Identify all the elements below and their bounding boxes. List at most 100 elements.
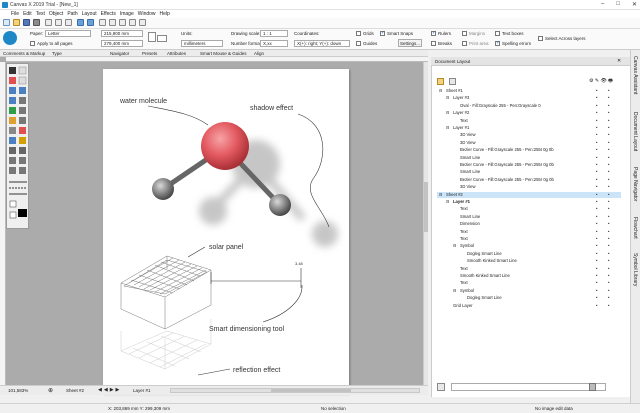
page-nav-icons[interactable]: ◀◀▶▶	[98, 387, 121, 393]
delete-icon[interactable]	[589, 383, 596, 391]
tree-row[interactable]: Smart Line • •	[437, 169, 621, 175]
tree-row[interactable]: Bezier Curve - Fill:Grayscale 255 - Pen:…	[437, 162, 621, 168]
visibility-dot[interactable]: •	[596, 266, 597, 272]
margins-checkbox[interactable]	[462, 31, 467, 36]
tree-row[interactable]: Oval - Fill:Grayscale 255 - Pen:Grayscal…	[437, 103, 621, 109]
menu-path[interactable]: Path	[67, 11, 77, 17]
lock-dot[interactable]: •	[608, 147, 609, 153]
tree-row[interactable]: Text • •	[437, 280, 621, 286]
document-setup-icon[interactable]	[3, 31, 17, 45]
visibility-dot[interactable]: •	[596, 118, 597, 124]
lock-dot[interactable]: •	[608, 103, 609, 109]
expand-collapse-icon[interactable]: ⊟	[446, 125, 449, 131]
lock-dot[interactable]: •	[608, 125, 609, 131]
visibility-dot[interactable]: •	[596, 221, 597, 227]
tab-flowchart[interactable]: Flowchart	[632, 217, 638, 239]
horizontal-scrollbar[interactable]	[170, 388, 420, 393]
grids-checkbox[interactable]	[356, 31, 361, 36]
visibility-dot[interactable]: •	[596, 132, 597, 138]
lock-dot[interactable]: •	[608, 273, 609, 279]
tree-row[interactable]: ⊟ Layer #1 • •	[437, 199, 621, 205]
tree-row[interactable]: Bezier Curve - Fill:Grayscale 255 - Pen:…	[437, 147, 621, 153]
tree-row[interactable]: Grid Layer • •	[437, 303, 621, 309]
apply-all-checkbox[interactable]	[30, 41, 35, 46]
undo-icon[interactable]	[77, 19, 84, 26]
visibility-dot[interactable]: •	[596, 110, 597, 116]
lock-dot[interactable]: •	[608, 288, 609, 294]
lock-dot[interactable]: •	[608, 221, 609, 227]
tree-row[interactable]: Text • •	[437, 118, 621, 124]
visibility-dot[interactable]: •	[596, 155, 597, 161]
minimize-button[interactable]: –	[601, 1, 604, 8]
visibility-dot[interactable]: •	[596, 199, 597, 205]
visibility-dot[interactable]: •	[596, 206, 597, 212]
units-select[interactable]: millimeters	[181, 40, 223, 47]
lock-dot[interactable]: •	[608, 229, 609, 235]
visibility-dot[interactable]: •	[596, 147, 597, 153]
select-across-checkbox[interactable]	[538, 36, 543, 41]
zoom-in-icon[interactable]: ⊕	[48, 387, 53, 394]
tab-smart-mouse-guides[interactable]: Smart Mouse & Guides	[200, 51, 247, 56]
visibility-dot[interactable]: •	[596, 169, 597, 175]
expand-collapse-icon[interactable]: ⊟	[446, 199, 449, 205]
tree-row[interactable]: Smooth Kinked Smart Line • •	[437, 273, 621, 279]
drawing-scale-select[interactable]: 1 : 1	[260, 30, 288, 37]
expand-collapse-icon[interactable]: ⊟	[453, 243, 456, 249]
lock-dot[interactable]: •	[608, 110, 609, 116]
tab-attributes[interactable]: Attributes	[167, 51, 186, 56]
lock-dot[interactable]: •	[608, 140, 609, 146]
tree-row[interactable]: 3D View • •	[437, 132, 621, 138]
expand-collapse-icon[interactable]: ⊟	[446, 95, 449, 101]
tab-type[interactable]: Type	[52, 51, 62, 56]
tree-row[interactable]: Text • •	[437, 229, 621, 235]
tree-row[interactable]: ⊟ Layer #3 • •	[437, 95, 621, 101]
tree-row[interactable]: Smart Line • •	[437, 155, 621, 161]
tab-symbol-library[interactable]: Symbol Library	[632, 253, 638, 286]
save-icon[interactable]	[23, 19, 30, 26]
lock-dot[interactable]: •	[608, 236, 609, 242]
visibility-dot[interactable]: •	[596, 258, 597, 264]
visibility-dot[interactable]: •	[596, 125, 597, 131]
lock-dot[interactable]: •	[608, 303, 609, 309]
cut-icon[interactable]	[45, 19, 52, 26]
visibility-dot[interactable]: •	[596, 273, 597, 279]
redo-icon[interactable]	[87, 19, 94, 26]
visibility-dot[interactable]: •	[596, 303, 597, 309]
tree-row[interactable]: Smooth Kinked Smart Line • •	[437, 258, 621, 264]
zoom-value[interactable]: 101,583%	[8, 388, 28, 393]
settings-button[interactable]: Settings...	[398, 39, 422, 47]
lock-dot[interactable]: •	[608, 192, 609, 198]
tab-align[interactable]: Align	[254, 51, 264, 56]
sheet-selector[interactable]: Sheet #2	[66, 388, 84, 393]
visibility-dot[interactable]: •	[596, 280, 597, 286]
width-field[interactable]: 215,900 mm	[101, 30, 143, 37]
horizontal-scroll-thumb[interactable]	[271, 389, 351, 392]
lock-dot[interactable]: •	[608, 280, 609, 286]
tab-document-layout[interactable]: Document Layout	[632, 112, 638, 151]
visibility-dot[interactable]: •	[596, 192, 597, 198]
maximize-button[interactable]: □	[616, 1, 620, 8]
tree-row[interactable]: ⊟ Sheet #2 • •	[437, 191, 621, 198]
text-boxes-checkbox[interactable]	[495, 31, 500, 36]
print-area-checkbox[interactable]	[462, 41, 467, 46]
visibility-dot[interactable]: •	[596, 243, 597, 249]
expand-collapse-icon[interactable]: ⊟	[453, 288, 456, 294]
menu-object[interactable]: Object	[49, 11, 63, 17]
menu-image[interactable]: Image	[120, 11, 134, 17]
rulers-checkbox[interactable]	[431, 30, 436, 36]
visibility-dot[interactable]: •	[596, 229, 597, 235]
layer-selector[interactable]: Layer #1	[133, 388, 151, 393]
lock-dot[interactable]: •	[608, 251, 609, 257]
tree-row[interactable]: Dogleg Smart Line • •	[437, 251, 621, 257]
menu-help[interactable]: Help	[160, 11, 170, 17]
panel-options-icon[interactable]	[437, 383, 445, 391]
lock-dot[interactable]: •	[608, 132, 609, 138]
lock-dot[interactable]: •	[608, 214, 609, 220]
window-icon[interactable]	[129, 19, 136, 26]
lock-dot[interactable]: •	[608, 88, 609, 94]
landscape-icon[interactable]	[157, 35, 167, 42]
tab-canvas-assistant[interactable]: Canvas Assistant	[632, 56, 638, 94]
visibility-dot[interactable]: •	[596, 184, 597, 190]
tree-row[interactable]: Dogleg Smart Line • •	[437, 295, 621, 301]
tree-row[interactable]: Smart Line • •	[437, 214, 621, 220]
